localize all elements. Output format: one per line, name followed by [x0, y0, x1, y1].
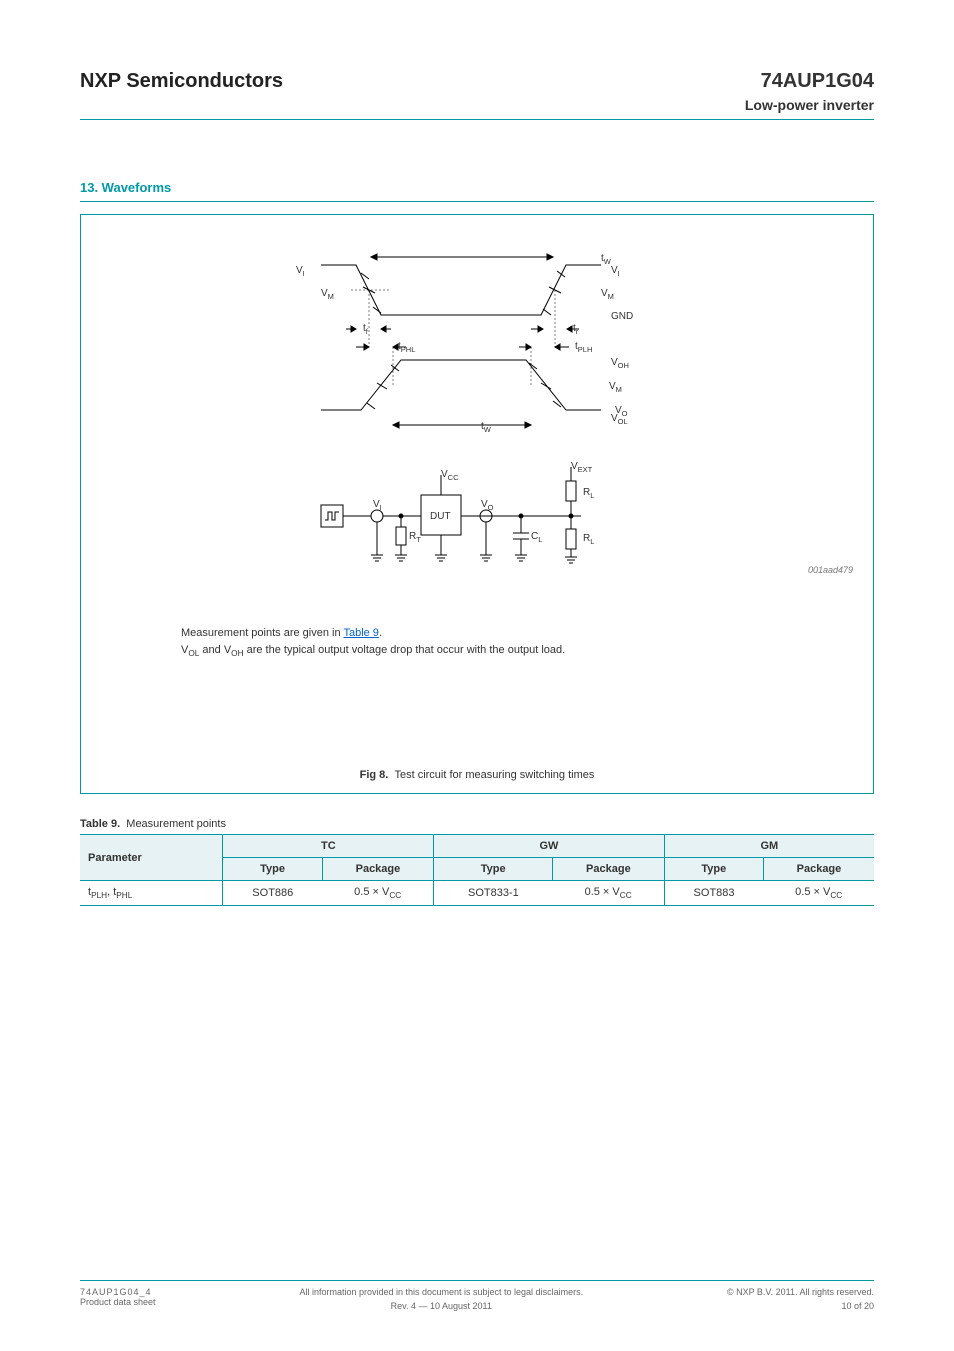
page-footer: 74AUP1G04_4 Product data sheet All infor… [80, 1280, 874, 1311]
rl-label-2: RL [583, 533, 594, 546]
cell-gw-type: SOT833-1 [434, 881, 553, 906]
vext-label: VEXT [571, 461, 592, 474]
tf-label: tf [363, 323, 368, 336]
section-divider [80, 201, 874, 202]
dut-label: DUT [430, 511, 451, 522]
cell-gm-pkg: 0.5 × VCC [763, 881, 874, 906]
figure-note: Measurement points are given in Table 9.… [181, 625, 565, 660]
col-gw-pkg: Package [553, 858, 665, 881]
gnd-label-1: GND [611, 311, 633, 322]
company-name: NXP Semiconductors [80, 70, 283, 93]
diagram-id: 001aad479 [808, 565, 853, 575]
rt-label: RT [409, 531, 421, 544]
vi-label-right: VI [611, 265, 620, 278]
tw-label: tW [601, 253, 611, 266]
table-caption: Table 9. Measurement points [80, 818, 874, 830]
col-gw: GW [434, 835, 664, 858]
cell-tc-type: SOT886 [223, 881, 322, 906]
col-parameter: Parameter [80, 835, 223, 881]
section-title: 13. Waveforms [80, 180, 874, 195]
vcc-label: VCC [441, 469, 459, 482]
footer-center: All information provided in this documen… [156, 1287, 727, 1311]
tw-label-2: tW [481, 421, 491, 434]
tplh-label: tPLH [575, 341, 592, 354]
tphl-label: tPHL [398, 341, 415, 354]
figure-container: tW VI VI VM VM GND tf tr tPHL tPLH VOH V… [80, 214, 874, 794]
cell-param: tPLH, tPHL [80, 881, 223, 906]
footer-left: 74AUP1G04_4 Product data sheet [80, 1287, 156, 1311]
vol-label: VOL [611, 413, 628, 426]
footer-right: © NXP B.V. 2011. All rights reserved. 10… [727, 1287, 874, 1311]
col-gw-type: Type [434, 858, 553, 881]
col-tc: TC [223, 835, 434, 858]
measurement-points-table: Parameter TC GW GM Type Package Type Pac… [80, 834, 874, 906]
cl-label: CL [531, 531, 542, 544]
table-row: tPLH, tPHL SOT886 0.5 × VCC SOT833-1 0.5… [80, 881, 874, 906]
rl-label-1: RL [583, 487, 594, 500]
vi-probe-label: VI [373, 499, 382, 512]
table9-link[interactable]: Table 9 [343, 627, 378, 639]
col-gm-pkg: Package [763, 858, 874, 881]
product-code: 74AUP1G04 [761, 70, 874, 93]
vm-label-1b: VM [601, 288, 614, 301]
cell-tc-pkg: 0.5 × VCC [322, 881, 434, 906]
cell-gw-pkg: 0.5 × VCC [553, 881, 665, 906]
col-gm: GM [664, 835, 874, 858]
col-tc-pkg: Package [322, 858, 434, 881]
vm-label-1: VM [321, 288, 334, 301]
tr-label: tr [573, 323, 578, 336]
cell-gm-type: SOT883 [664, 881, 763, 906]
vi-level-label: VI [296, 265, 305, 278]
figure-caption: Fig 8. Test circuit for measuring switch… [81, 769, 873, 781]
col-tc-type: Type [223, 858, 322, 881]
product-subtitle: Low-power inverter [80, 97, 874, 113]
col-gm-type: Type [664, 858, 763, 881]
vm-label-2: VM [609, 381, 622, 394]
header-divider [80, 119, 874, 120]
vo-probe-label: VO [481, 499, 494, 512]
voh-label: VOH [611, 357, 629, 370]
